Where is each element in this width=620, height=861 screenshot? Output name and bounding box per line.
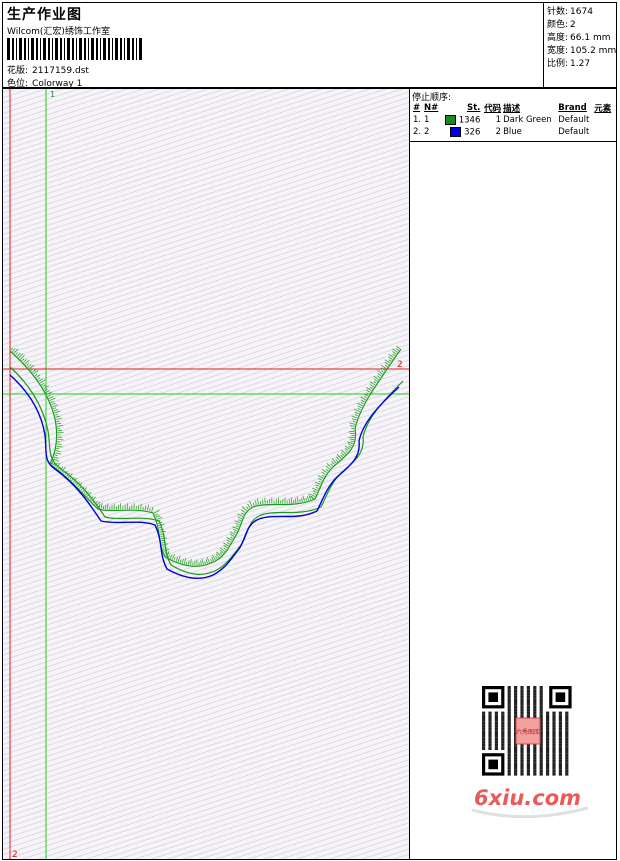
barcode-image [7, 38, 142, 60]
color-swatch [450, 126, 462, 137]
col-description: 描述 [503, 103, 521, 114]
stat-colors: 颜色: 2 [547, 20, 576, 30]
table-row[interactable]: 1. 1 1346 1 Dark Green Default [412, 114, 614, 126]
sheet-title: 生产作业图 [7, 7, 82, 23]
stop-sequence-table: # N# St. 代码 描述 Brand 元素 1. 1 1346 1 Dark… [412, 101, 614, 138]
stat-height: 高度: 66.1 mm [547, 33, 611, 43]
design-outline-outer [9, 348, 402, 567]
col-index: # [413, 102, 421, 113]
col-needle: N# [424, 102, 439, 113]
table-row[interactable]: 2. 2 326 2 Blue Default [412, 126, 614, 138]
col-element: 元素 [594, 103, 612, 114]
job-sheet-header: 生产作业图 Wilcom(汇宏)绣饰工作室 花版: 2117159.dst 色位:… [2, 2, 617, 89]
design-stats: 针数: 1674 颜色: 2 高度: 66.1 mm 宽度: 105.2 mm 比例: 1… [547, 6, 616, 71]
design-file-label: 花版: [7, 66, 29, 76]
header-divider [543, 3, 544, 87]
qr-code-image: 六秀图库 [470, 682, 586, 780]
watermark-swoosh [471, 806, 589, 818]
design-canvas[interactable]: 1 2 2 [3, 89, 409, 859]
qr-center-text: 六秀图库 [516, 728, 540, 736]
stat-width: 宽度: 105.2 mm [547, 46, 617, 56]
col-code: 代码 [484, 103, 502, 114]
color-swatch [445, 114, 457, 125]
design-file-value: 2117159.dst [32, 66, 89, 76]
stat-stitches: 针数: 1674 [547, 7, 593, 17]
col-brand: Brand [558, 102, 587, 113]
satin-fringe-stitches [10, 345, 401, 566]
design-outline-blue [9, 374, 400, 580]
guide-label-right: 2 [397, 360, 403, 370]
guide-label-bottom: 2 [12, 850, 18, 859]
stat-scale: 比例: 1.27 [547, 59, 591, 69]
embroidery-preview: 1 2 2 [3, 89, 409, 859]
col-stitches: St. [466, 102, 481, 113]
guide-label-top: 1 [50, 90, 55, 99]
table-header-row: # N# St. 代码 描述 Brand 元素 [412, 101, 614, 114]
stop-sequence-divider [410, 141, 617, 142]
design-satin-border [10, 345, 401, 566]
company-name: Wilcom(汇宏)绣饰工作室 [7, 27, 110, 37]
design-file-row: 花版: 2117159.dst [7, 63, 89, 76]
